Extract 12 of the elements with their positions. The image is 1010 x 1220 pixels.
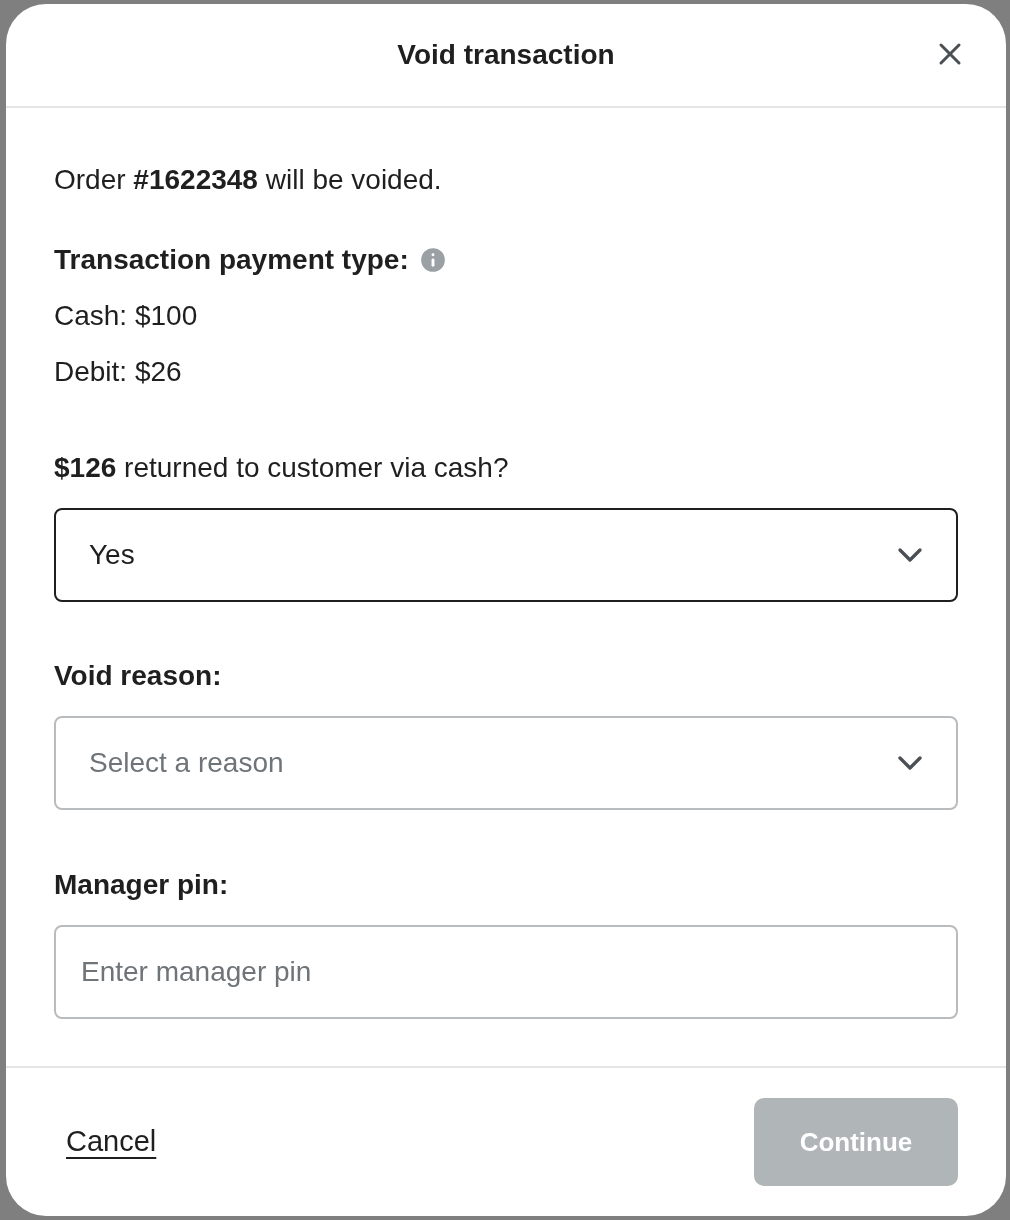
cancel-link[interactable]: Cancel xyxy=(66,1120,157,1164)
dialog-title: Void transaction xyxy=(397,38,615,72)
payment-amount: Debit: $26 xyxy=(54,355,183,389)
payment-type-label: Transaction payment type: xyxy=(54,243,409,277)
void-message: Order #1622348 will be voided. xyxy=(54,163,443,197)
cash-return-select[interactable]: Yes xyxy=(54,508,958,602)
payment-amount: Cash: $100 xyxy=(54,299,199,333)
manager-pin-label: Manager pin: xyxy=(54,868,230,902)
manager-pin-field[interactable]: Enter manager pin xyxy=(54,925,958,1019)
void-reason-label: Void reason: xyxy=(54,659,223,693)
cash-question-label: $126 returned to customer via cash? xyxy=(54,451,510,485)
void-reason-select[interactable]: Select a reason xyxy=(54,716,958,810)
